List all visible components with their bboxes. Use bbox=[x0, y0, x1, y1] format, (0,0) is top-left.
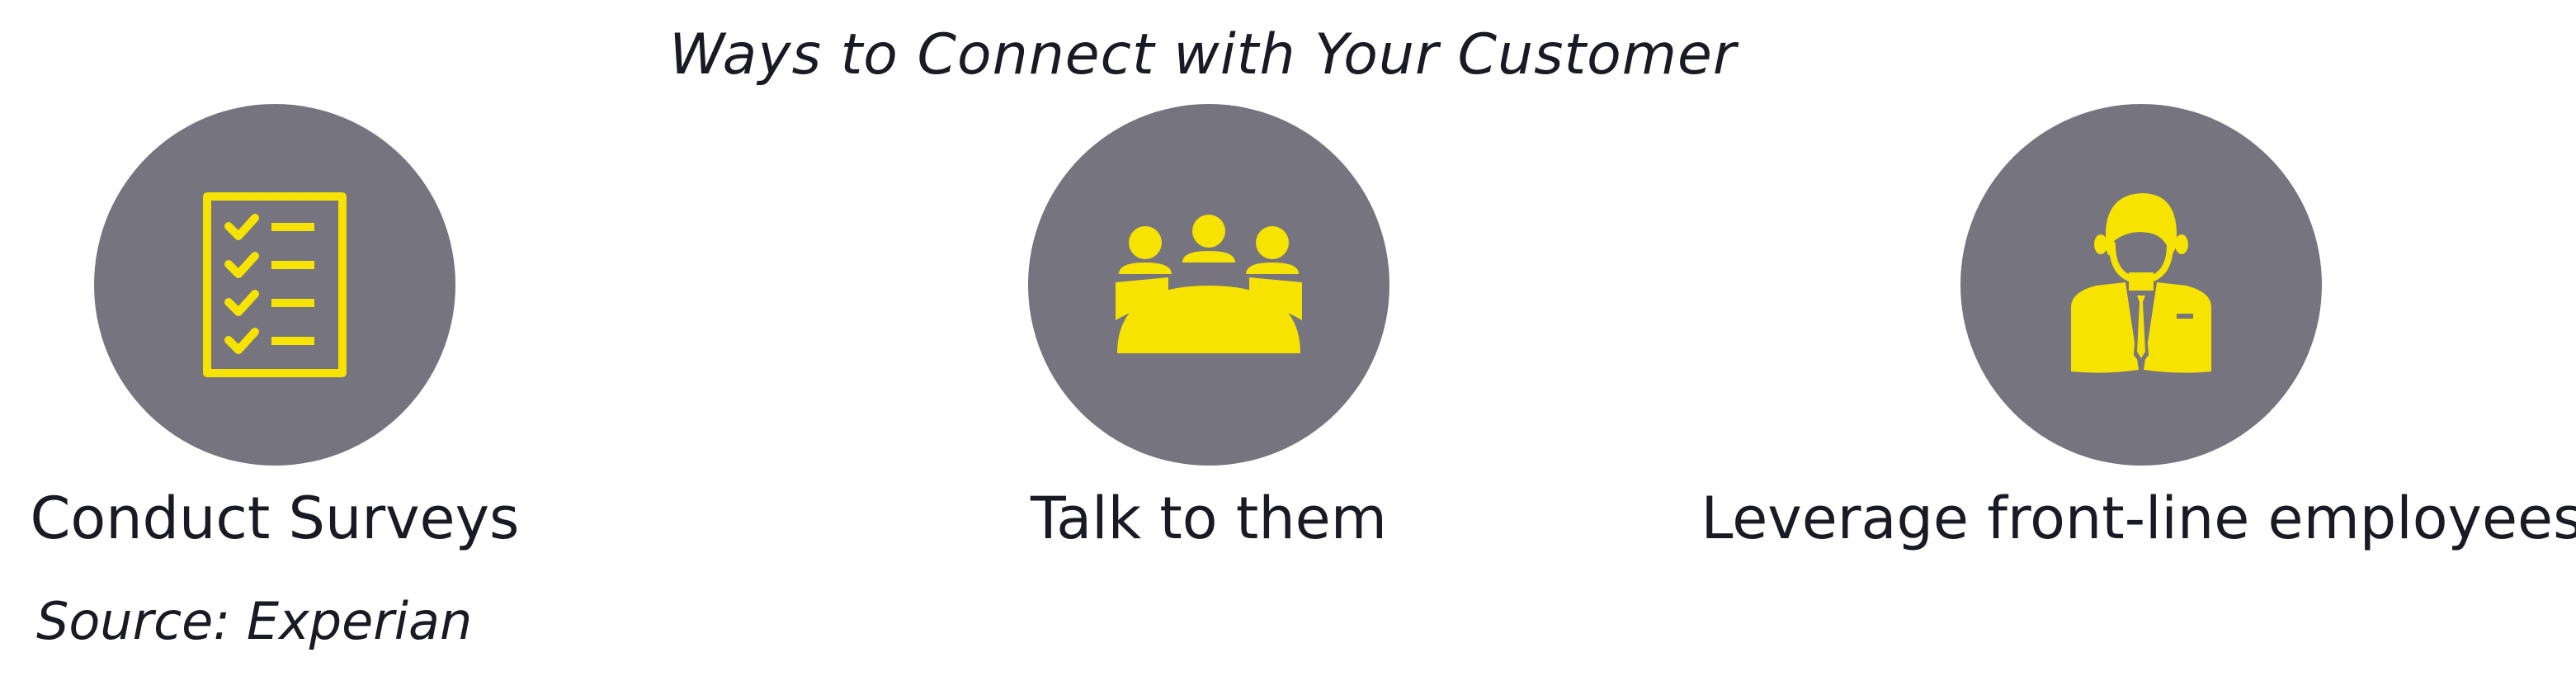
source-note: Source: Experian bbox=[36, 591, 473, 651]
meeting-table-icon bbox=[1116, 215, 1302, 353]
employees-circle bbox=[1960, 104, 2322, 466]
surveys-label: Conduct Surveys bbox=[30, 485, 520, 552]
employee-icon bbox=[2071, 193, 2211, 373]
talk-circle bbox=[1028, 104, 1389, 466]
surveys-circle bbox=[94, 104, 455, 466]
employees-label: Leverage front-line employees bbox=[1701, 485, 2576, 552]
checklist-icon bbox=[203, 192, 347, 377]
talk-label: Talk to them bbox=[1031, 485, 1387, 552]
diagram-title: Ways to Connect with Your Customer bbox=[669, 22, 1737, 87]
